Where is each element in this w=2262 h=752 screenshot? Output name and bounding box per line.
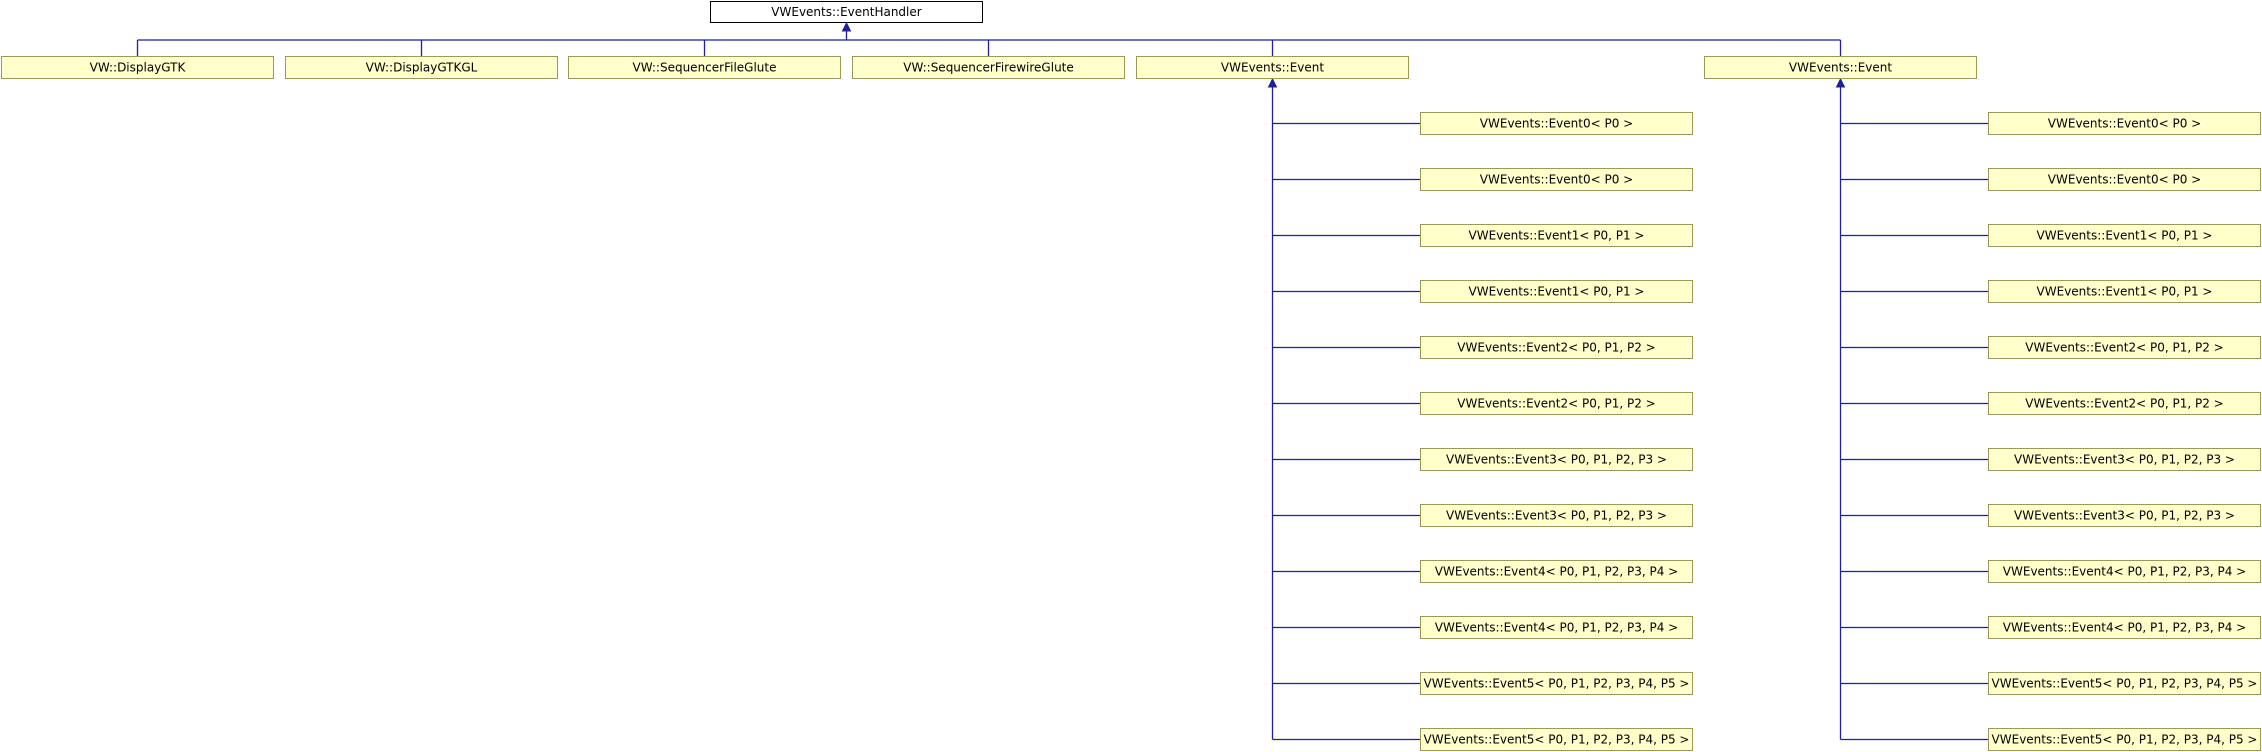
node-event-4-sub-5[interactable]: VWEvents::Event2< P0, P1, P2 > (1420, 392, 1693, 415)
node-event-5-sub-1-label: VWEvents::Event0< P0 > (2048, 173, 2201, 187)
node-event-5-sub-10[interactable]: VWEvents::Event5< P0, P1, P2, P3, P4, P5… (1988, 672, 2261, 695)
node-event-4-sub-0[interactable]: VWEvents::Event0< P0 > (1420, 112, 1693, 135)
node-child-1[interactable]: VW::DisplayGTKGL (285, 56, 558, 79)
node-event-5-sub-5-label: VWEvents::Event2< P0, P1, P2 > (2025, 397, 2223, 411)
node-event-5-sub-4-label: VWEvents::Event2< P0, P1, P2 > (2025, 341, 2223, 355)
node-event-5-sub-8[interactable]: VWEvents::Event4< P0, P1, P2, P3, P4 > (1988, 560, 2261, 583)
node-child-2-label: VW::SequencerFileGlute (633, 61, 777, 75)
node-root-label: VWEvents::EventHandler (771, 5, 921, 19)
node-child-5-label: VWEvents::Event (1789, 61, 1892, 75)
node-event-4-sub-3[interactable]: VWEvents::Event1< P0, P1 > (1420, 280, 1693, 303)
node-event-5-sub-8-label: VWEvents::Event4< P0, P1, P2, P3, P4 > (2003, 565, 2246, 579)
node-event-4-sub-3-label: VWEvents::Event1< P0, P1 > (1469, 285, 1645, 299)
node-event-4-sub-11[interactable]: VWEvents::Event5< P0, P1, P2, P3, P4, P5… (1420, 728, 1693, 751)
node-event-4-sub-0-label: VWEvents::Event0< P0 > (1480, 117, 1633, 131)
node-child-1-label: VW::DisplayGTKGL (366, 61, 478, 75)
node-event-5-sub-2[interactable]: VWEvents::Event1< P0, P1 > (1988, 224, 2261, 247)
arrow-event-5 (1835, 77, 1846, 88)
node-event-5-sub-0-label: VWEvents::Event0< P0 > (2048, 117, 2201, 131)
node-child-4-label: VWEvents::Event (1221, 61, 1324, 75)
node-event-5-sub-5[interactable]: VWEvents::Event2< P0, P1, P2 > (1988, 392, 2261, 415)
node-event-5-sub-11-label: VWEvents::Event5< P0, P1, P2, P3, P4, P5… (1992, 733, 2258, 747)
node-event-4-sub-6-label: VWEvents::Event3< P0, P1, P2, P3 > (1446, 453, 1667, 467)
node-child-5[interactable]: VWEvents::Event (1704, 56, 1977, 79)
node-event-5-sub-9[interactable]: VWEvents::Event4< P0, P1, P2, P3, P4 > (1988, 616, 2261, 639)
node-event-4-sub-2-label: VWEvents::Event1< P0, P1 > (1469, 229, 1645, 243)
node-event-4-sub-7-label: VWEvents::Event3< P0, P1, P2, P3 > (1446, 509, 1667, 523)
node-event-4-sub-10-label: VWEvents::Event5< P0, P1, P2, P3, P4, P5… (1424, 677, 1690, 691)
node-child-3-label: VW::SequencerFirewireGlute (903, 61, 1074, 75)
arrow-root (841, 21, 852, 32)
node-event-5-sub-7-label: VWEvents::Event3< P0, P1, P2, P3 > (2014, 509, 2235, 523)
node-event-4-sub-8-label: VWEvents::Event4< P0, P1, P2, P3, P4 > (1435, 565, 1678, 579)
node-event-4-sub-5-label: VWEvents::Event2< P0, P1, P2 > (1457, 397, 1655, 411)
node-event-4-sub-9[interactable]: VWEvents::Event4< P0, P1, P2, P3, P4 > (1420, 616, 1693, 639)
node-event-5-sub-11[interactable]: VWEvents::Event5< P0, P1, P2, P3, P4, P5… (1988, 728, 2261, 751)
node-child-0[interactable]: VW::DisplayGTK (1, 56, 274, 79)
node-event-5-sub-9-label: VWEvents::Event4< P0, P1, P2, P3, P4 > (2003, 621, 2246, 635)
node-event-5-sub-3-label: VWEvents::Event1< P0, P1 > (2037, 285, 2213, 299)
node-event-5-sub-2-label: VWEvents::Event1< P0, P1 > (2037, 229, 2213, 243)
node-event-5-sub-6[interactable]: VWEvents::Event3< P0, P1, P2, P3 > (1988, 448, 2261, 471)
nodes-layer: VWEvents::EventHandlerVW::DisplayGTK VW::… (1, 1, 2261, 751)
node-event-4-sub-8[interactable]: VWEvents::Event4< P0, P1, P2, P3, P4 > (1420, 560, 1693, 583)
node-event-5-sub-1[interactable]: VWEvents::Event0< P0 > (1988, 168, 2261, 191)
node-event-4-sub-6[interactable]: VWEvents::Event3< P0, P1, P2, P3 > (1420, 448, 1693, 471)
node-event-5-sub-0[interactable]: VWEvents::Event0< P0 > (1988, 112, 2261, 135)
node-event-5-sub-4[interactable]: VWEvents::Event2< P0, P1, P2 > (1988, 336, 2261, 359)
node-event-4-sub-1-label: VWEvents::Event0< P0 > (1480, 173, 1633, 187)
node-event-4-sub-7[interactable]: VWEvents::Event3< P0, P1, P2, P3 > (1420, 504, 1693, 527)
node-child-3[interactable]: VW::SequencerFirewireGlute (852, 56, 1125, 79)
node-child-0-label: VW::DisplayGTK (90, 61, 187, 75)
node-root[interactable]: VWEvents::EventHandler (710, 1, 983, 23)
node-child-2[interactable]: VW::SequencerFileGlute (568, 56, 841, 79)
node-event-4-sub-11-label: VWEvents::Event5< P0, P1, P2, P3, P4, P5… (1424, 733, 1690, 747)
class-hierarchy-diagram: VWEvents::EventHandlerVW::DisplayGTK VW::… (1, 1, 2261, 751)
arrow-event-4 (1267, 77, 1278, 88)
node-event-4-sub-10[interactable]: VWEvents::Event5< P0, P1, P2, P3, P4, P5… (1420, 672, 1693, 695)
node-event-5-sub-6-label: VWEvents::Event3< P0, P1, P2, P3 > (2014, 453, 2235, 467)
node-event-4-sub-2[interactable]: VWEvents::Event1< P0, P1 > (1420, 224, 1693, 247)
node-child-4[interactable]: VWEvents::Event (1136, 56, 1409, 79)
node-event-4-sub-9-label: VWEvents::Event4< P0, P1, P2, P3, P4 > (1435, 621, 1678, 635)
node-event-4-sub-1[interactable]: VWEvents::Event0< P0 > (1420, 168, 1693, 191)
node-event-5-sub-3[interactable]: VWEvents::Event1< P0, P1 > (1988, 280, 2261, 303)
edges-layer (136, 21, 1988, 741)
node-event-5-sub-7[interactable]: VWEvents::Event3< P0, P1, P2, P3 > (1988, 504, 2261, 527)
node-event-4-sub-4[interactable]: VWEvents::Event2< P0, P1, P2 > (1420, 336, 1693, 359)
node-event-5-sub-10-label: VWEvents::Event5< P0, P1, P2, P3, P4, P5… (1992, 677, 2258, 691)
node-event-4-sub-4-label: VWEvents::Event2< P0, P1, P2 > (1457, 341, 1655, 355)
